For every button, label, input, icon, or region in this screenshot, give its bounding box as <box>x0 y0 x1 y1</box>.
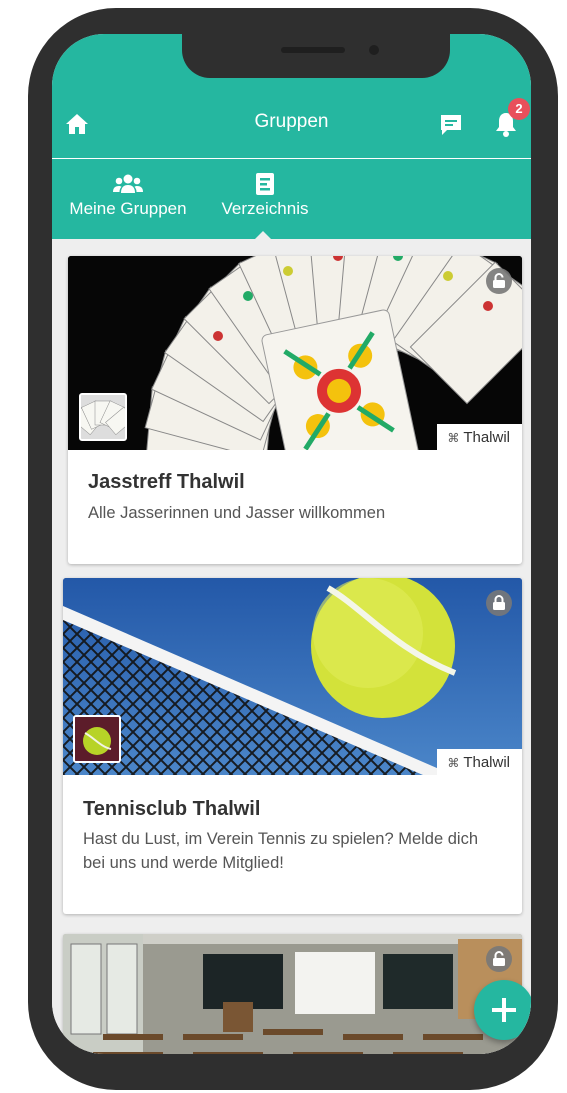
directory-icon <box>256 173 274 195</box>
add-group-button[interactable] <box>474 980 531 1040</box>
notch <box>182 34 450 78</box>
tab-bar: Meine Gruppen Verzeichnis <box>52 159 531 240</box>
map-icon: ⌘ <box>447 431 460 445</box>
group-card[interactable]: ⌘ Thalwil Tennisclub Thalwil Hast du Lust… <box>63 578 522 914</box>
screen: Gruppen 2 Meine Gruppen Verzeichnis ⌘ Th… <box>52 34 531 1054</box>
users-icon <box>113 174 143 193</box>
location-text: Thalwil <box>463 429 510 446</box>
group-description: Hast du Lust, im Verein Tennis zu spiele… <box>83 830 479 872</box>
speaker <box>281 47 345 53</box>
group-directory-list: ⌘ Thalwil Jasstreff Thalwil Alle Jasserin… <box>52 239 531 1054</box>
unlock-icon <box>486 268 512 294</box>
group-card[interactable]: ⌘ Thalwil Jasstreff Thalwil Alle Jasserin… <box>68 256 522 564</box>
group-description: Alle Jasserinnen und Jasser willkommen <box>88 504 386 522</box>
camera <box>369 45 379 55</box>
group-cover-image: ⌘ Thalwil <box>68 256 522 450</box>
lock-icon <box>486 590 512 616</box>
unlock-icon <box>486 946 512 972</box>
playing-cards-image <box>68 256 522 450</box>
map-icon: ⌘ <box>447 756 460 770</box>
tab-label: Verzeichnis <box>221 199 309 218</box>
chat-icon[interactable] <box>438 112 464 138</box>
group-cover-image <box>63 934 522 1054</box>
location-text: Thalwil <box>463 754 510 771</box>
group-title: Jasstreff Thalwil <box>88 471 245 493</box>
group-title: Tennisclub Thalwil <box>83 798 261 820</box>
tennis-image <box>63 578 522 775</box>
classroom-image <box>63 934 522 1054</box>
notification-badge: 2 <box>508 98 530 120</box>
plus-icon <box>492 998 516 1022</box>
group-card[interactable] <box>63 934 522 1054</box>
phone-frame: Gruppen 2 Meine Gruppen Verzeichnis ⌘ Th… <box>28 8 558 1090</box>
location-label: ⌘ Thalwil <box>437 424 522 450</box>
location-label: ⌘ Thalwil <box>437 749 522 775</box>
tab-label: Meine Gruppen <box>69 199 187 218</box>
group-avatar <box>73 715 121 763</box>
tab-verzeichnis[interactable]: Verzeichnis <box>210 159 320 240</box>
group-cover-image: ⌘ Thalwil <box>63 578 522 775</box>
tab-meine-gruppen[interactable]: Meine Gruppen <box>58 159 198 239</box>
group-avatar <box>79 393 127 441</box>
